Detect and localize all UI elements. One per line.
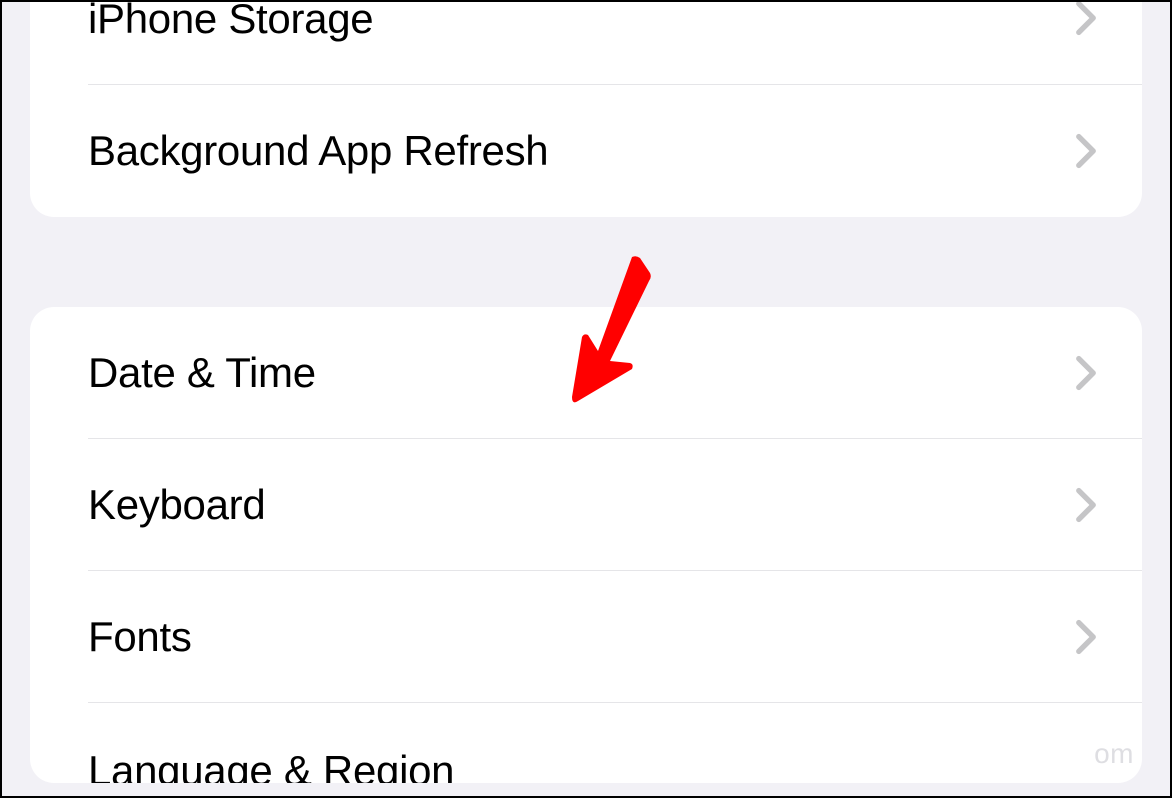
settings-group-general: Date & Time Keyboard Fonts Language & Re…	[30, 307, 1142, 783]
row-label: Fonts	[88, 613, 192, 661]
row-background-app-refresh[interactable]: Background App Refresh	[30, 85, 1142, 217]
row-keyboard[interactable]: Keyboard	[30, 439, 1142, 571]
chevron-right-icon	[1075, 355, 1097, 391]
row-label: iPhone Storage	[88, 0, 373, 40]
row-label: Language & Region	[88, 758, 454, 783]
row-language-region[interactable]: Language & Region	[30, 703, 1142, 783]
row-date-time[interactable]: Date & Time	[30, 307, 1142, 439]
chevron-right-icon	[1075, 133, 1097, 169]
chevron-right-icon	[1075, 619, 1097, 655]
settings-container: iPhone Storage Background App Refresh Da…	[0, 0, 1172, 783]
row-iphone-storage[interactable]: iPhone Storage	[30, 0, 1142, 85]
row-label: Date & Time	[88, 349, 316, 397]
row-label: Background App Refresh	[88, 127, 548, 175]
settings-group-storage: iPhone Storage Background App Refresh	[30, 0, 1142, 217]
chevron-right-icon	[1075, 0, 1097, 36]
row-fonts[interactable]: Fonts	[30, 571, 1142, 703]
chevron-right-icon	[1075, 487, 1097, 523]
row-label: Keyboard	[88, 481, 265, 529]
